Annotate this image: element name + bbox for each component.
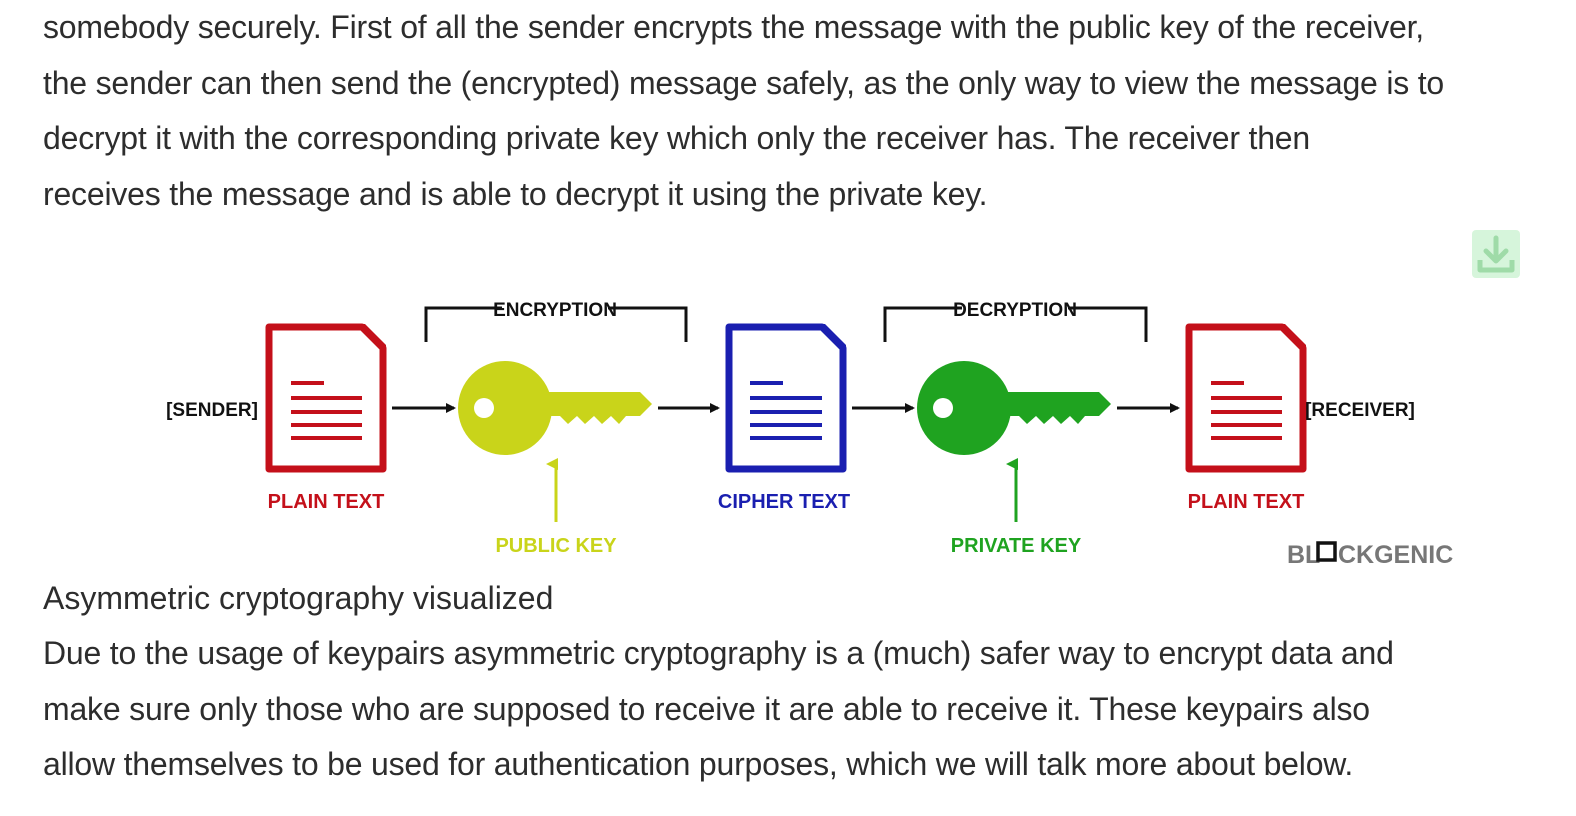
plain-text-document-icon xyxy=(265,323,387,473)
download-button[interactable] xyxy=(1472,230,1520,278)
public-key-label: PUBLIC KEY xyxy=(495,535,617,557)
watermark-prefix: BL xyxy=(1287,541,1320,569)
cipher-text-document-icon xyxy=(725,323,847,473)
paragraph-line: make sure only those who are supposed to… xyxy=(43,690,1370,727)
private-key-label: PRIVATE KEY xyxy=(951,535,1082,557)
sender-label: [SENDER] xyxy=(166,400,258,421)
paragraph-line: somebody securely. First of all the send… xyxy=(43,9,1424,45)
paragraph-line: allow themselves to be used for authenti… xyxy=(43,746,1354,782)
watermark-suffix: CKGENIC xyxy=(1338,541,1453,569)
asymmetric-cryptography-diagram: [SENDER] PLAIN TEXT ENCRYPTION PUBLIC KE… xyxy=(166,300,1453,569)
intro-paragraph: somebody securely. First of all the send… xyxy=(43,0,1553,222)
plain-text-document-icon xyxy=(1185,323,1307,473)
body-paragraph: Due to the usage of keypairs asymmetric … xyxy=(43,626,1553,793)
cipher-text-label: CIPHER TEXT xyxy=(718,491,850,513)
decryption-label: DECRYPTION xyxy=(953,300,1077,321)
encryption-label: ENCRYPTION xyxy=(493,300,617,321)
paragraph-line: Due to the usage of keypairs asymmetric … xyxy=(43,635,1394,671)
watermark-square-icon xyxy=(1316,541,1337,562)
public-key-icon xyxy=(458,361,652,455)
plain-text-label: PLAIN TEXT xyxy=(268,491,385,513)
receiver-label: [RECEIVER] xyxy=(1305,400,1415,421)
plain-text-label: PLAIN TEXT xyxy=(1188,491,1305,513)
paragraph-line: decrypt it with the corresponding privat… xyxy=(43,120,1310,156)
paragraph-line: the sender can then send the (encrypted)… xyxy=(43,64,1445,101)
figure-caption: Asymmetric cryptography visualized xyxy=(43,580,554,616)
paragraph-line: receives the message and is able to decr… xyxy=(43,175,988,212)
download-icon xyxy=(1477,235,1515,273)
blockgenic-watermark: BL CKGENIC xyxy=(1287,541,1453,569)
private-key-icon xyxy=(917,361,1111,455)
